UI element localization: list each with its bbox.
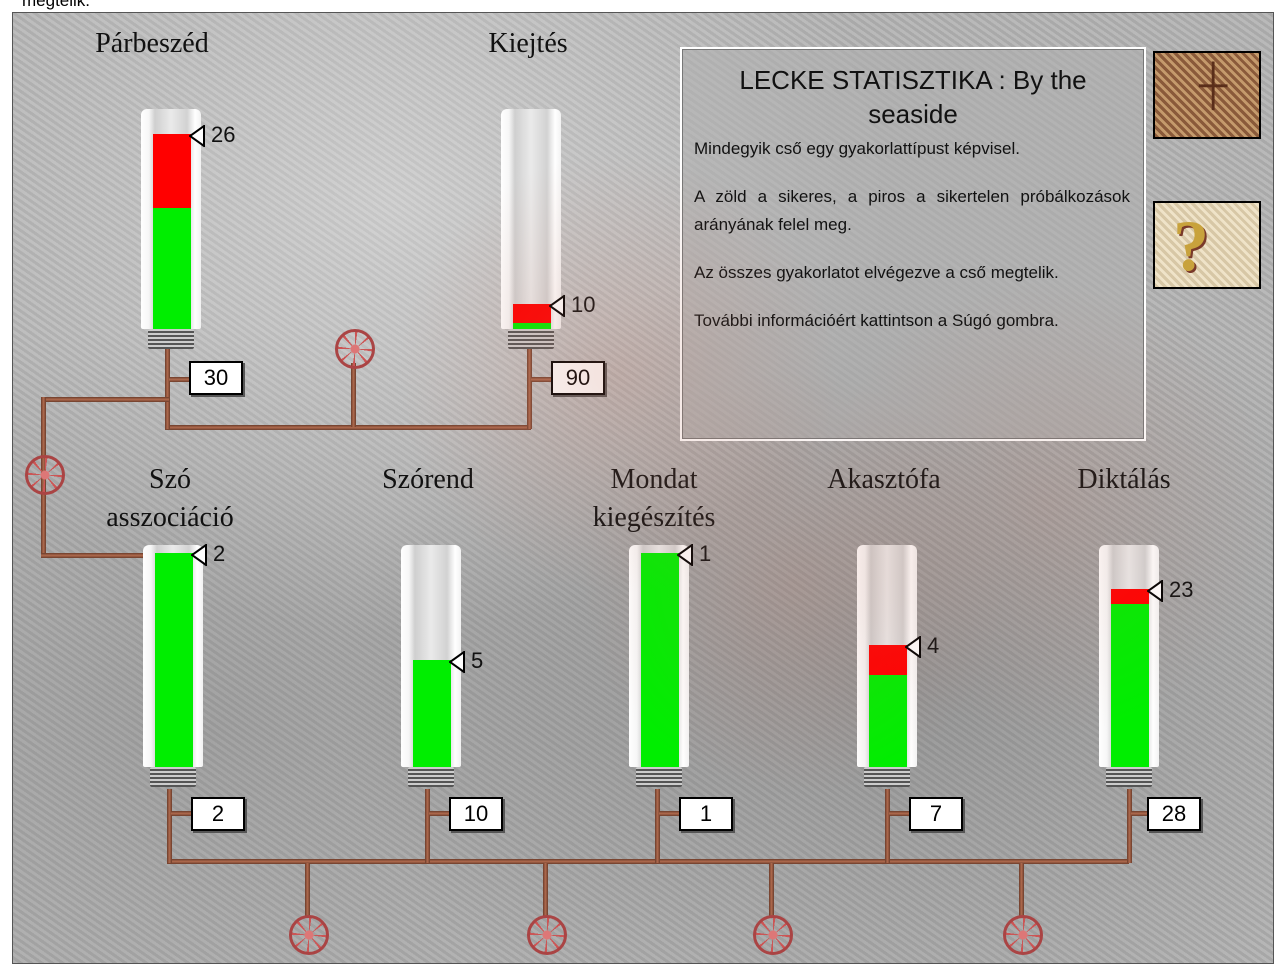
tube-label-diktalas: Diktálás xyxy=(1077,464,1171,495)
box-connector xyxy=(659,811,679,816)
info-paragraph: Az összes gyakorlatot elvégezve a cső me… xyxy=(694,263,1059,282)
level-flag: 23 xyxy=(1147,577,1193,603)
level-flag: 1 xyxy=(677,541,711,567)
tube-label-kiejtes: Kiejtés xyxy=(488,28,568,59)
tube-base xyxy=(150,767,196,787)
tube-base xyxy=(408,767,454,787)
tube-success-fill xyxy=(153,208,191,329)
map-icon: ┼ xyxy=(1199,63,1228,107)
pipe-left-connector xyxy=(41,397,169,402)
valve-wheel-icon xyxy=(1003,915,1043,955)
level-flag-value: 10 xyxy=(571,292,596,317)
flag-pointer-icon xyxy=(549,295,565,318)
level-flag: 10 xyxy=(549,292,595,318)
level-flag-value: 23 xyxy=(1169,577,1194,602)
pipe-bottom-valve-stem-4 xyxy=(1019,863,1024,917)
box-connector xyxy=(169,377,189,382)
valve-wheel-icon xyxy=(753,915,793,955)
level-flag-value: 5 xyxy=(471,648,484,673)
tube-success-fill xyxy=(869,675,907,767)
pipe-left-to-tube xyxy=(41,553,145,558)
pipe-bottom-riser-5 xyxy=(1127,789,1132,863)
valve-wheel-icon xyxy=(289,915,329,955)
tube-szo-asszociacio[interactable] xyxy=(143,545,203,767)
tube-label-akasztofa: Akasztófa xyxy=(827,464,941,495)
pipe-bottom-riser-3 xyxy=(655,789,660,863)
pipe-bottom-riser-4 xyxy=(885,789,890,863)
pipe-bottom-valve-stem-3 xyxy=(769,863,774,917)
flag-pointer-icon xyxy=(449,651,465,674)
total-count-box: 30 xyxy=(189,361,243,395)
tube-mondat-kiegeszites[interactable] xyxy=(629,545,689,767)
total-count-box: 1 xyxy=(679,797,733,831)
tube-label-mondat-kiegeszites: Mondat kiegészítés xyxy=(592,464,716,533)
box-connector xyxy=(429,811,449,816)
level-flag: 5 xyxy=(449,648,483,674)
pipe-bottom-valve-stem-2 xyxy=(543,863,548,917)
tube-success-fill xyxy=(641,553,679,767)
tube-failure-fill xyxy=(513,304,551,323)
level-flag-value: 4 xyxy=(927,633,940,658)
flag-pointer-icon xyxy=(191,544,207,567)
info-paragraph: További információért kattintson a Súgó … xyxy=(694,311,1059,330)
statistics-panel: Párbeszéd Kiejtés Szó asszociáció Szóren… xyxy=(12,12,1274,964)
tube-base xyxy=(508,329,554,349)
pipe-top-valve-stem xyxy=(351,363,356,427)
valve-wheel-icon xyxy=(25,455,65,495)
total-count-box: 90 xyxy=(551,361,605,395)
tube-base xyxy=(148,329,194,349)
box-connector xyxy=(171,811,191,816)
total-count-box: 7 xyxy=(909,797,963,831)
lesson-statistics-info: LECKE STATISZTIKA : By the seaside Minde… xyxy=(680,47,1146,441)
tube-success-fill xyxy=(155,553,193,767)
tube-base xyxy=(636,767,682,787)
total-count-box: 28 xyxy=(1147,797,1201,831)
flag-pointer-icon xyxy=(1147,580,1163,603)
pipe-top xyxy=(165,425,531,430)
box-connector xyxy=(889,811,909,816)
flag-pointer-icon xyxy=(677,544,693,567)
help-icon: ? xyxy=(1173,206,1209,286)
box-connector xyxy=(531,377,551,382)
pipe-top-left-riser xyxy=(165,345,170,429)
flag-pointer-icon xyxy=(189,125,205,148)
tube-failure-fill xyxy=(869,645,907,675)
pipe-bottom-riser-1 xyxy=(167,789,172,863)
level-flag-value: 2 xyxy=(213,541,226,566)
info-paragraph: Mindegyik cső egy gyakorlattípust képvis… xyxy=(694,139,1020,158)
pipe-bottom xyxy=(167,859,1129,864)
pipe-top-right-riser xyxy=(527,345,532,429)
tube-base xyxy=(1106,767,1152,787)
total-count-box: 10 xyxy=(449,797,503,831)
tube-base xyxy=(864,767,910,787)
tube-label-szorend: Szórend xyxy=(382,464,474,495)
level-flag-value: 26 xyxy=(211,122,236,147)
top-caption: megtelik. xyxy=(22,0,91,10)
level-flag: 2 xyxy=(191,541,225,567)
level-flag-value: 1 xyxy=(699,541,712,566)
pipe-bottom-riser-2 xyxy=(425,789,430,863)
tube-failure-fill xyxy=(1111,589,1149,604)
info-title: LECKE STATISZTIKA : By the seaside xyxy=(739,65,1087,129)
info-paragraph: A zöld a sikeres, a piros a sikertelen p… xyxy=(694,187,1130,234)
tube-failure-fill xyxy=(153,134,191,208)
help-button[interactable]: ? xyxy=(1153,201,1261,289)
level-flag: 4 xyxy=(905,633,939,659)
tube-success-fill xyxy=(413,660,451,767)
pipe-bottom-valve-stem-1 xyxy=(305,863,310,917)
tube-label-szo-asszociacio: Szó asszociáció xyxy=(106,464,234,533)
tube-label-parbeszed: Párbeszéd xyxy=(95,28,209,59)
level-flag: 26 xyxy=(189,122,235,148)
valve-wheel-icon xyxy=(335,329,375,369)
valve-wheel-icon xyxy=(527,915,567,955)
flag-pointer-icon xyxy=(905,636,921,659)
tube-success-fill xyxy=(1111,604,1149,767)
total-count-box: 2 xyxy=(191,797,245,831)
map-button[interactable]: ┼ xyxy=(1153,51,1261,139)
